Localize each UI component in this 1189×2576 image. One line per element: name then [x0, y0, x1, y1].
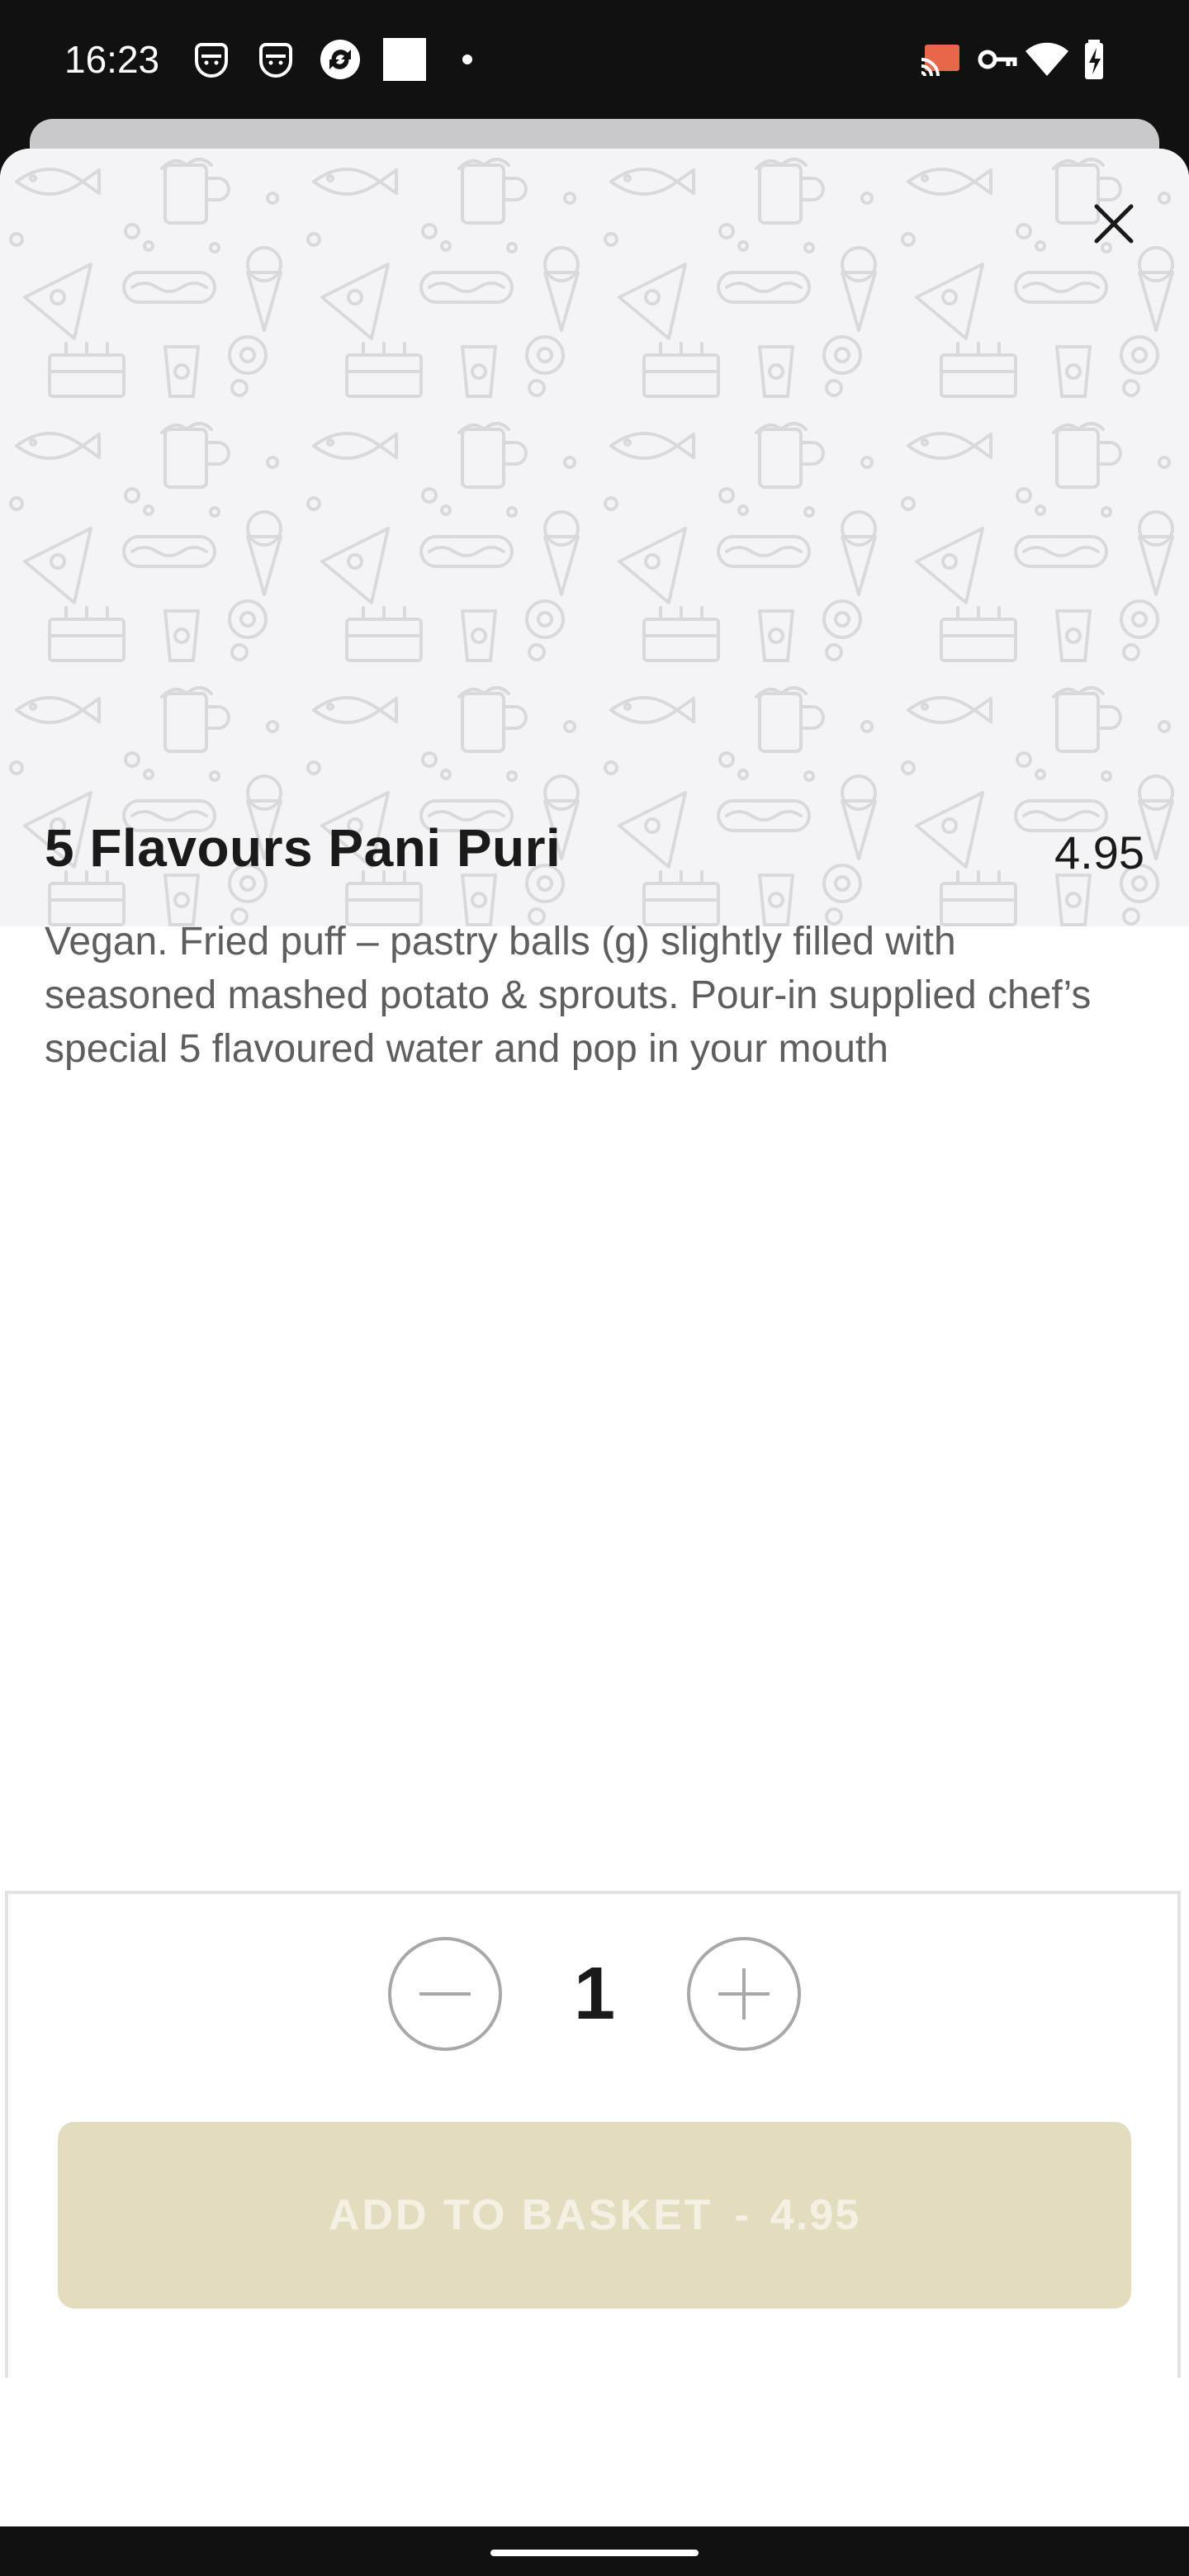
- add-to-basket-separator: -: [734, 2191, 749, 2239]
- decrease-quantity-button[interactable]: [388, 1937, 502, 2051]
- item-description: Vegan. Fried puff – pastry balls (g) sli…: [45, 920, 1092, 1071]
- face-id-icon: [195, 43, 228, 78]
- dot-icon: [462, 54, 472, 64]
- screen: 16:23 5 Flavours Pani Puri 4.95 Vegan. F…: [0, 0, 1189, 2576]
- status-bar: 16:23: [0, 0, 1189, 119]
- square-icon: [383, 38, 426, 81]
- food-doodle-pattern: [0, 149, 1189, 926]
- wifi-icon: [1026, 42, 1068, 76]
- add-to-basket-label: ADD TO BASKET: [328, 2191, 713, 2239]
- item-title: 5 Flavours Pani Puri: [45, 818, 561, 878]
- item-price: 4.95: [1054, 826, 1144, 878]
- vpn-key-icon: [978, 50, 1017, 69]
- increase-quantity-button[interactable]: [687, 1937, 801, 2051]
- item-image-placeholder: [0, 149, 1189, 926]
- cast-icon: [921, 45, 959, 77]
- close-icon: [1094, 204, 1134, 244]
- add-to-basket-price: 4.95: [770, 2191, 861, 2239]
- add-to-basket-button[interactable]: ADD TO BASKET - 4.95: [58, 2122, 1131, 2308]
- minus-icon: [419, 1992, 471, 1996]
- close-button[interactable]: [1077, 187, 1151, 261]
- quantity-value: 1: [573, 1953, 616, 2035]
- face-id-icon: [259, 43, 292, 78]
- sync-icon: [320, 40, 360, 79]
- home-gesture-handle[interactable]: [490, 2550, 699, 2556]
- battery-charging-icon: [1085, 40, 1103, 79]
- status-time: 16:23: [64, 38, 160, 81]
